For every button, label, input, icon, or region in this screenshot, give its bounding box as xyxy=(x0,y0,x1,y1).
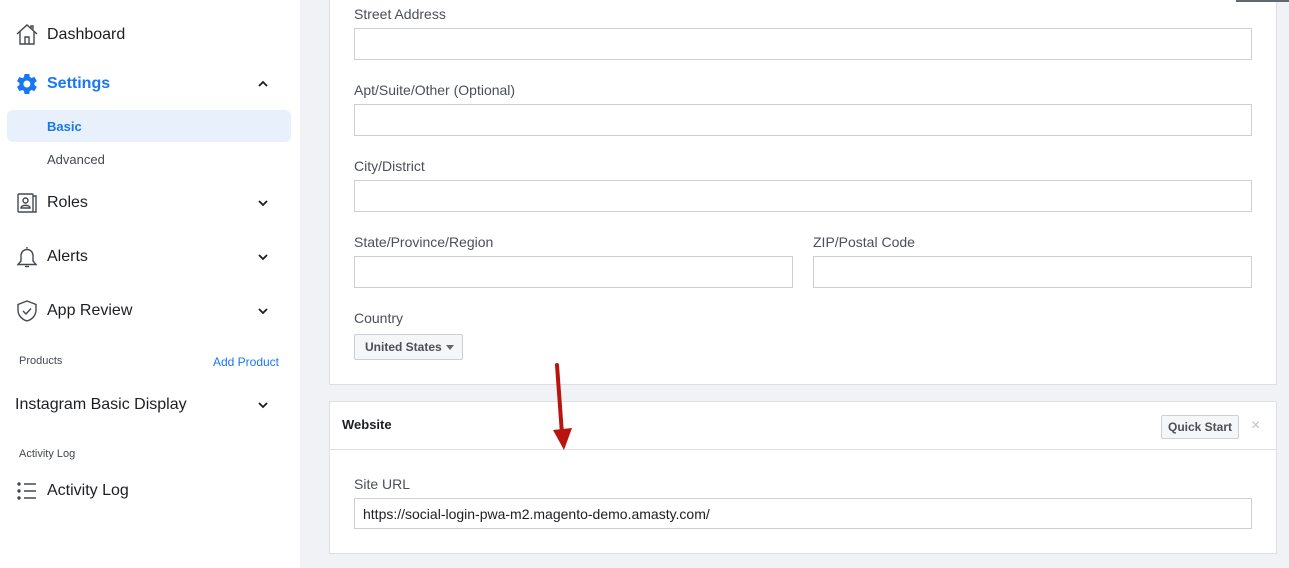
sidebar-item-roles[interactable]: Roles xyxy=(0,183,300,223)
corner-divider xyxy=(1236,0,1289,2)
sidebar: Dashboard Settings Basic Advanced Roles xyxy=(0,0,300,568)
badge-icon xyxy=(15,191,39,215)
sidebar-item-activity-log[interactable]: Activity Log xyxy=(0,471,300,511)
website-card: Website Quick Start × Site URL xyxy=(329,401,1277,554)
chevron-down-icon xyxy=(255,397,271,413)
country-select[interactable]: United States xyxy=(354,334,463,360)
quick-start-button[interactable]: Quick Start xyxy=(1161,415,1239,439)
chevron-up-icon xyxy=(255,76,271,92)
city-district-label: City/District xyxy=(354,158,425,174)
shield-check-icon xyxy=(15,299,39,323)
sidebar-item-label: Activity Log xyxy=(47,482,129,499)
caret-down-icon xyxy=(445,344,454,350)
country-label: Country xyxy=(354,310,404,326)
sidebar-subitem-label: Basic xyxy=(47,118,82,134)
sidebar-item-instagram-basic-display[interactable]: Instagram Basic Display xyxy=(0,385,300,425)
website-card-header: Website Quick Start × xyxy=(330,402,1276,450)
sidebar-subitem-advanced[interactable]: Advanced xyxy=(7,143,291,175)
home-icon xyxy=(15,23,39,47)
sidebar-item-label: Alerts xyxy=(47,248,88,265)
state-province-input[interactable] xyxy=(354,256,793,288)
sidebar-item-label: Instagram Basic Display xyxy=(15,396,187,413)
add-product-link[interactable]: Add Product xyxy=(213,355,279,369)
country-select-value: United States xyxy=(365,340,442,354)
city-district-input[interactable] xyxy=(354,180,1252,212)
annotation-arrow-icon xyxy=(553,363,572,450)
zip-code-label: ZIP/Postal Code xyxy=(813,234,915,250)
chevron-down-icon xyxy=(255,195,271,211)
zip-code-input[interactable] xyxy=(813,256,1252,288)
list-icon xyxy=(15,479,39,503)
apt-suite-input[interactable] xyxy=(354,104,1252,136)
site-url-input[interactable] xyxy=(354,498,1252,529)
chevron-down-icon xyxy=(255,303,271,319)
sidebar-item-dashboard[interactable]: Dashboard xyxy=(0,15,300,55)
address-card: Street Address Apt/Suite/Other (Optional… xyxy=(329,0,1277,385)
bell-icon xyxy=(15,245,39,269)
chevron-down-icon xyxy=(255,249,271,265)
activity-section-heading: Activity Log xyxy=(19,448,76,460)
sidebar-item-app-review[interactable]: App Review xyxy=(0,291,300,331)
products-section-heading: Products xyxy=(19,355,63,367)
sidebar-item-label: Roles xyxy=(47,194,88,211)
state-province-label: State/Province/Region xyxy=(354,234,494,250)
website-card-title: Website xyxy=(342,417,392,432)
sidebar-item-label: App Review xyxy=(47,302,133,319)
sidebar-item-settings[interactable]: Settings xyxy=(0,64,300,104)
close-icon[interactable]: × xyxy=(1251,417,1260,435)
street-address-input[interactable] xyxy=(354,28,1252,60)
sidebar-item-alerts[interactable]: Alerts xyxy=(0,237,300,277)
sidebar-item-label: Settings xyxy=(47,75,111,92)
sidebar-subitem-label: Advanced xyxy=(47,151,105,167)
site-url-label: Site URL xyxy=(354,476,411,492)
apt-suite-label: Apt/Suite/Other (Optional) xyxy=(354,82,516,98)
sidebar-item-label: Dashboard xyxy=(47,26,126,43)
street-address-label: Street Address xyxy=(354,6,446,22)
sidebar-subitem-basic[interactable]: Basic xyxy=(7,110,291,142)
gear-icon xyxy=(15,72,39,96)
